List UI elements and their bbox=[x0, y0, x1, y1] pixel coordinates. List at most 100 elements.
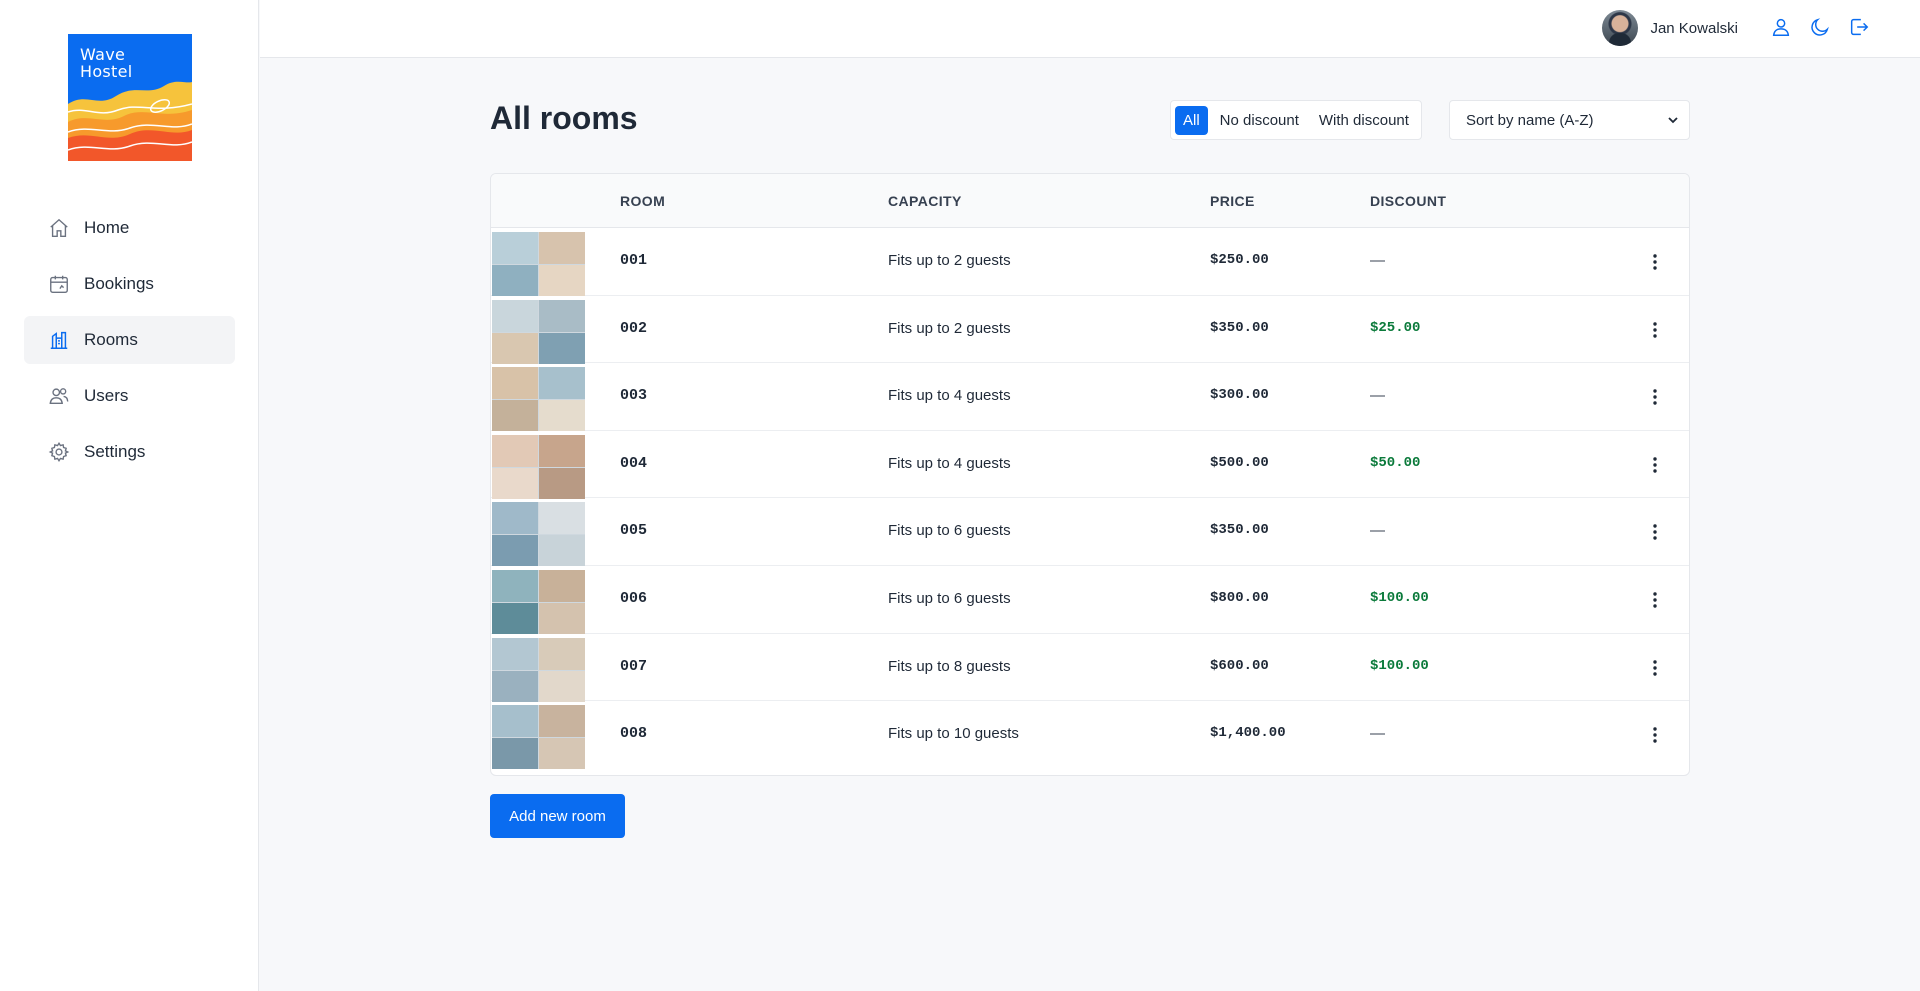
sidebar-item-label: Rooms bbox=[84, 330, 138, 349]
table-row[interactable]: 004 Fits up to 4 guests $500.00 $50.00 bbox=[491, 431, 1689, 499]
room-discount: $50.00 bbox=[1370, 454, 1421, 471]
chevron-down-icon bbox=[1667, 114, 1679, 126]
more-options-icon[interactable] bbox=[1645, 725, 1665, 745]
rooms-table: ROOM CAPACITY PRICE DISCOUNT 001 Fits up… bbox=[490, 173, 1690, 776]
more-options-icon[interactable] bbox=[1645, 387, 1665, 407]
avatar bbox=[1602, 10, 1639, 46]
page-title: All rooms bbox=[490, 100, 638, 136]
filter-all-button[interactable]: All bbox=[1175, 105, 1208, 135]
user-name: Jan Kowalski bbox=[1650, 19, 1738, 37]
room-thumbnail bbox=[492, 502, 585, 567]
more-options-icon[interactable] bbox=[1645, 658, 1665, 678]
sidebar-item-label: Users bbox=[84, 386, 129, 405]
room-thumbnail bbox=[492, 569, 585, 634]
sidebar-item-rooms[interactable]: Rooms bbox=[24, 316, 235, 364]
column-header-price: PRICE bbox=[1210, 193, 1255, 209]
room-thumbnail bbox=[492, 232, 585, 296]
wave-hostel-logo[interactable]: Wave Hostel bbox=[68, 34, 192, 161]
room-number: 002 bbox=[620, 319, 648, 337]
room-capacity: Fits up to 4 guests bbox=[888, 454, 1011, 472]
moon-icon[interactable] bbox=[1809, 16, 1831, 38]
more-options-icon[interactable] bbox=[1645, 590, 1665, 610]
filter-with-discount-button[interactable]: With discount bbox=[1311, 106, 1417, 135]
more-options-icon[interactable] bbox=[1645, 320, 1665, 340]
sidebar-item-label: Home bbox=[84, 218, 130, 237]
room-discount: $25.00 bbox=[1370, 319, 1421, 336]
add-new-room-button[interactable]: Add new room bbox=[490, 794, 625, 838]
room-price: $250.00 bbox=[1210, 252, 1269, 268]
sidebar-item-settings[interactable]: Settings bbox=[24, 428, 235, 476]
filter-no-discount-button[interactable]: No discount bbox=[1212, 106, 1307, 135]
room-number: 007 bbox=[620, 657, 648, 675]
room-discount: — bbox=[1370, 522, 1385, 540]
logo-line-1: Wave bbox=[80, 45, 126, 64]
room-thumbnail bbox=[492, 367, 585, 432]
room-capacity: Fits up to 8 guests bbox=[888, 657, 1011, 675]
table-row[interactable]: 005 Fits up to 6 guests $350.00 — bbox=[491, 498, 1689, 567]
room-price: $800.00 bbox=[1210, 589, 1269, 606]
room-price: $600.00 bbox=[1210, 657, 1269, 674]
table-row[interactable]: 008 Fits up to 10 guests $1,400.00 — bbox=[491, 701, 1689, 770]
room-capacity: Fits up to 10 guests bbox=[888, 725, 1019, 743]
room-capacity: Fits up to 6 guests bbox=[888, 589, 1011, 607]
room-price: $1,400.00 bbox=[1210, 725, 1286, 742]
table-row[interactable]: 007 Fits up to 8 guests $600.00 $100.00 bbox=[491, 634, 1689, 702]
room-price: $350.00 bbox=[1210, 319, 1269, 336]
room-number: 008 bbox=[620, 725, 648, 743]
more-options-icon[interactable] bbox=[1645, 455, 1665, 475]
sidebar-nav: Home Bookings Rooms Users Settings bbox=[24, 204, 235, 484]
table-body: 001 Fits up to 2 guests $250.00 — 002 Fi… bbox=[491, 228, 1689, 770]
table-header: ROOM CAPACITY PRICE DISCOUNT bbox=[491, 174, 1689, 228]
users-icon bbox=[48, 385, 70, 407]
header-actions bbox=[1770, 16, 1870, 38]
table-row[interactable]: 002 Fits up to 2 guests $350.00 $25.00 bbox=[491, 296, 1689, 364]
room-capacity: Fits up to 2 guests bbox=[888, 252, 1011, 269]
logout-icon[interactable] bbox=[1848, 16, 1870, 38]
building-icon bbox=[48, 329, 70, 351]
sidebar-item-label: Bookings bbox=[84, 274, 154, 293]
room-price: $350.00 bbox=[1210, 522, 1269, 539]
room-thumbnail bbox=[492, 299, 585, 364]
sidebar-item-home[interactable]: Home bbox=[24, 204, 235, 252]
room-number: 001 bbox=[620, 252, 648, 269]
table-row[interactable]: 006 Fits up to 6 guests $800.00 $100.00 bbox=[491, 566, 1689, 634]
discount-filter-group: All No discount With discount bbox=[1170, 100, 1422, 140]
table-row[interactable]: 001 Fits up to 2 guests $250.00 — bbox=[491, 228, 1689, 296]
room-discount: — bbox=[1370, 725, 1385, 743]
column-header-capacity: CAPACITY bbox=[888, 193, 962, 209]
room-capacity: Fits up to 4 guests bbox=[888, 387, 1011, 405]
room-discount: — bbox=[1370, 252, 1385, 269]
room-thumbnail bbox=[492, 434, 585, 499]
room-thumbnail bbox=[492, 637, 585, 702]
sidebar: Wave Hostel Home Bookings Rooms Users Se… bbox=[0, 0, 259, 991]
user-profile[interactable]: Jan Kowalski bbox=[1602, 10, 1738, 46]
room-discount: $100.00 bbox=[1370, 589, 1429, 606]
sidebar-item-bookings[interactable]: Bookings bbox=[24, 260, 235, 308]
user-icon[interactable] bbox=[1770, 16, 1792, 38]
room-capacity: Fits up to 2 guests bbox=[888, 319, 1011, 337]
room-price: $300.00 bbox=[1210, 387, 1269, 404]
room-thumbnail bbox=[492, 705, 585, 770]
logo-line-2: Hostel bbox=[80, 62, 133, 81]
room-number: 004 bbox=[620, 454, 648, 472]
room-discount: — bbox=[1370, 387, 1385, 405]
home-icon bbox=[48, 217, 70, 239]
room-number: 005 bbox=[620, 522, 648, 540]
top-header: Jan Kowalski bbox=[260, 0, 1920, 58]
calendar-icon bbox=[48, 273, 70, 295]
more-options-icon[interactable] bbox=[1645, 522, 1665, 542]
column-header-discount: DISCOUNT bbox=[1370, 193, 1447, 209]
room-discount: $100.00 bbox=[1370, 657, 1429, 674]
more-options-icon[interactable] bbox=[1645, 252, 1665, 272]
sort-selected-value: Sort by name (A-Z) bbox=[1466, 111, 1594, 129]
sidebar-item-label: Settings bbox=[84, 442, 146, 461]
sidebar-item-users[interactable]: Users bbox=[24, 372, 235, 420]
logo-text: Wave Hostel bbox=[80, 46, 133, 80]
room-number: 006 bbox=[620, 589, 648, 607]
room-price: $500.00 bbox=[1210, 454, 1269, 471]
gear-icon bbox=[48, 441, 70, 463]
sort-select[interactable]: Sort by name (A-Z) bbox=[1449, 100, 1690, 140]
table-row[interactable]: 003 Fits up to 4 guests $300.00 — bbox=[491, 363, 1689, 432]
room-number: 003 bbox=[620, 387, 648, 405]
column-header-room: ROOM bbox=[620, 193, 666, 209]
